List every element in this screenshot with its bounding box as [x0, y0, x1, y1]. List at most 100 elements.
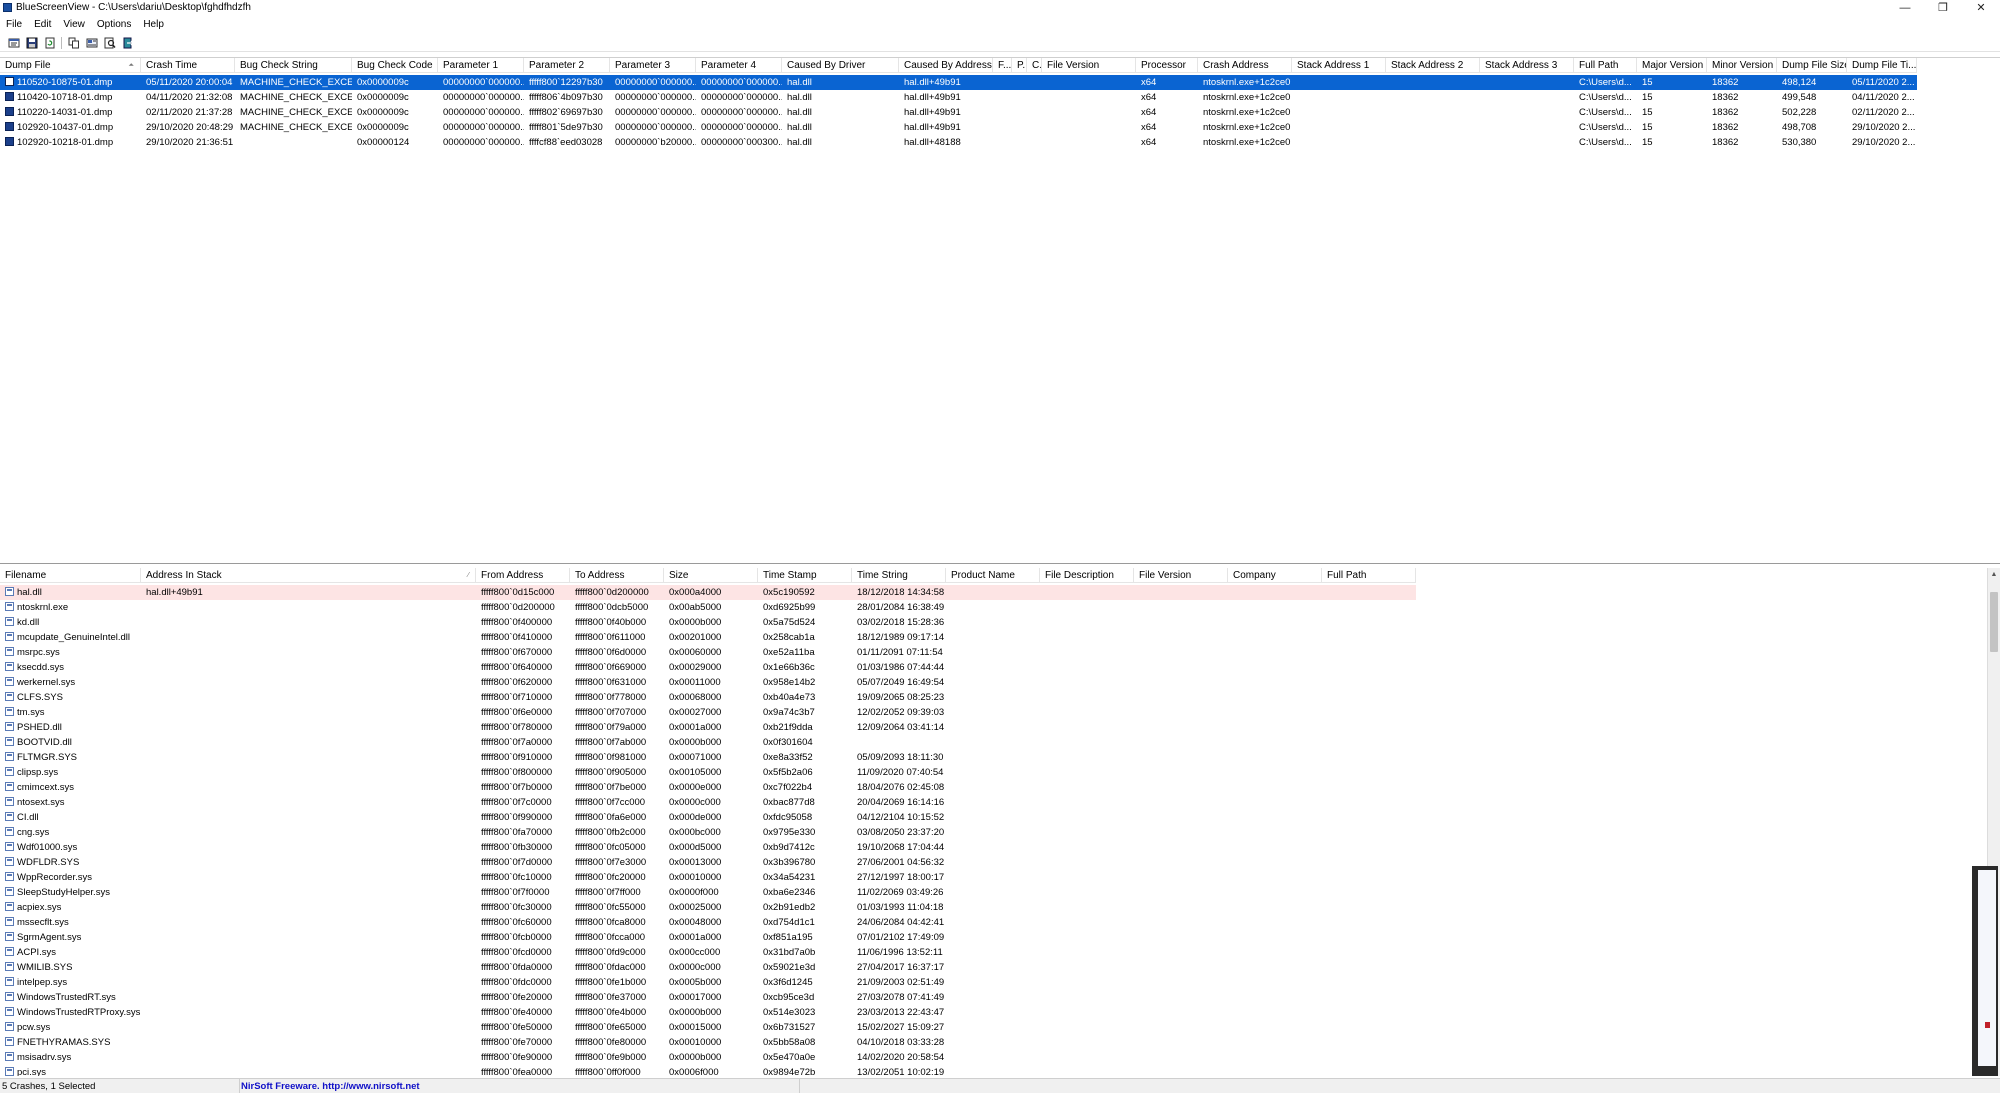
module-col-header[interactable]: Full Path: [1322, 568, 1416, 583]
crash-col-header[interactable]: Stack Address 2: [1386, 58, 1480, 73]
module-cell-text: fffff800`0fe70000: [481, 1037, 553, 1048]
module-row[interactable]: SgrmAgent.sys fffff800`0fcb0000 fffff800`0…: [0, 930, 1416, 945]
module-row[interactable]: hal.dll hal.dll+49b91 fffff800`0d15c000 fff…: [0, 585, 1416, 600]
module-row[interactable]: ntoskrnl.exe fffff800`0d200000 fffff800`0d…: [0, 600, 1416, 615]
module-row[interactable]: cng.sys fffff800`0fa70000 fffff800`0fb2c00…: [0, 825, 1416, 840]
module-col-header[interactable]: Product Name: [946, 568, 1040, 583]
module-row[interactable]: cmimcext.sys fffff800`0f7b0000 fffff800`0f…: [0, 780, 1416, 795]
module-row[interactable]: acpiex.sys fffff800`0fc30000 fffff800`0fc5…: [0, 900, 1416, 915]
crash-cell: [1480, 135, 1574, 150]
module-row[interactable]: kd.dll fffff800`0f400000 fffff800`0f40b000…: [0, 615, 1416, 630]
crash-col-header[interactable]: Major Version: [1637, 58, 1707, 73]
save-icon[interactable]: [24, 36, 39, 50]
module-row[interactable]: WindowsTrustedRT.sys fffff800`0fe20000 fff…: [0, 990, 1416, 1005]
crash-col-header[interactable]: F...: [993, 58, 1012, 73]
module-cell-text: BOOTVID.dll: [17, 737, 72, 748]
crash-col-header[interactable]: Minor Version: [1707, 58, 1777, 73]
crash-col-header[interactable]: Parameter 4: [696, 58, 782, 73]
scrollbar-thumb[interactable]: [1990, 592, 1998, 652]
module-col-header[interactable]: From Address: [476, 568, 570, 583]
module-row[interactable]: msrpc.sys fffff800`0f670000 fffff800`0f6d0…: [0, 645, 1416, 660]
module-list-pane[interactable]: Filename Address In Stack ⁄ From Address To …: [0, 568, 2000, 1076]
module-row[interactable]: PSHED.dll fffff800`0f780000 fffff800`0f79a…: [0, 720, 1416, 735]
module-row[interactable]: intelpep.sys fffff800`0fdc0000 fffff800`0f…: [0, 975, 1416, 990]
nirsoft-link-text[interactable]: NirSoft Freeware. http://www.nirsoft.net: [240, 1081, 420, 1092]
module-col-header[interactable]: To Address: [570, 568, 664, 583]
module-row[interactable]: pci.sys fffff800`0fea0000 fffff800`0ff0f00…: [0, 1065, 1416, 1076]
crash-col-header[interactable]: Caused By Address: [899, 58, 993, 73]
module-col-header[interactable]: Time Stamp: [758, 568, 852, 583]
module-cell-text: 0x1e66b36c: [763, 662, 815, 673]
module-row[interactable]: Wdf01000.sys fffff800`0fb30000 fffff800`0f…: [0, 840, 1416, 855]
refresh-icon[interactable]: [42, 36, 57, 50]
html-report-icon[interactable]: [84, 36, 99, 50]
module-row[interactable]: WDFLDR.SYS fffff800`0f7d0000 fffff800`0f7e…: [0, 855, 1416, 870]
module-col-header[interactable]: Size: [664, 568, 758, 583]
module-row[interactable]: CLFS.SYS fffff800`0f710000 fffff800`0f7780…: [0, 690, 1416, 705]
menu-edit[interactable]: Edit: [28, 19, 57, 30]
module-col-header[interactable]: File Description: [1040, 568, 1134, 583]
crash-col-header[interactable]: Caused By Driver: [782, 58, 899, 73]
crash-col-header[interactable]: Crash Time: [141, 58, 235, 73]
scroll-up-arrow-icon[interactable]: ▲: [1988, 568, 2000, 580]
module-col-header[interactable]: File Version: [1134, 568, 1228, 583]
restore-icon[interactable]: ❐: [1924, 0, 1962, 15]
find-icon[interactable]: [102, 36, 117, 50]
crash-row[interactable]: 110420-10718-01.dmp 04/11/2020 21:32:08 MA…: [0, 90, 1917, 105]
module-col-header[interactable]: Address In Stack ⁄: [141, 568, 476, 583]
module-col-header[interactable]: Company: [1228, 568, 1322, 583]
crash-col-header[interactable]: Parameter 1: [438, 58, 524, 73]
crash-col-header[interactable]: P...: [1012, 58, 1027, 73]
menu-options[interactable]: Options: [91, 19, 137, 30]
module-row[interactable]: WMILIB.SYS fffff800`0fda0000 fffff800`0fda…: [0, 960, 1416, 975]
crash-col-label: Parameter 3: [615, 60, 671, 71]
crash-col-header[interactable]: C...: [1027, 58, 1042, 73]
minimize-icon[interactable]: —: [1886, 0, 1924, 15]
crash-col-header[interactable]: Dump File ⏶: [0, 58, 141, 73]
module-row[interactable]: WppRecorder.sys fffff800`0fc10000 fffff800…: [0, 870, 1416, 885]
exit-icon[interactable]: [120, 36, 135, 50]
module-row[interactable]: msisadrv.sys fffff800`0fe90000 fffff800`0f…: [0, 1050, 1416, 1065]
menu-help[interactable]: Help: [137, 19, 170, 30]
properties-icon[interactable]: [6, 36, 21, 50]
module-row[interactable]: FLTMGR.SYS fffff800`0f910000 fffff800`0f98…: [0, 750, 1416, 765]
copy-icon[interactable]: [66, 36, 81, 50]
module-col-header[interactable]: Filename: [0, 568, 141, 583]
crash-col-header[interactable]: Parameter 2: [524, 58, 610, 73]
module-row[interactable]: tm.sys fffff800`0f6e0000 fffff800`0f707000…: [0, 705, 1416, 720]
module-row[interactable]: pcw.sys fffff800`0fe50000 fffff800`0fe6500…: [0, 1020, 1416, 1035]
crash-col-header[interactable]: Bug Check Code: [352, 58, 438, 73]
crash-row[interactable]: 110220-14031-01.dmp 02/11/2020 21:37:28 MA…: [0, 105, 1917, 120]
module-row[interactable]: SleepStudyHelper.sys fffff800`0f7f0000 fff…: [0, 885, 1416, 900]
crash-col-header[interactable]: Dump File Size: [1777, 58, 1847, 73]
module-row[interactable]: ntosext.sys fffff800`0f7c0000 fffff800`0f7…: [0, 795, 1416, 810]
module-row[interactable]: clipsp.sys fffff800`0f800000 fffff800`0f90…: [0, 765, 1416, 780]
menu-file[interactable]: File: [0, 19, 28, 30]
crash-row[interactable]: 102920-10218-01.dmp 29/10/2020 21:36:51 0x…: [0, 135, 1917, 150]
crash-col-header[interactable]: Dump File Ti...: [1847, 58, 1917, 73]
module-row[interactable]: WindowsTrustedRTProxy.sys fffff800`0fe400…: [0, 1005, 1416, 1020]
module-row[interactable]: mssecflt.sys fffff800`0fc60000 fffff800`0f…: [0, 915, 1416, 930]
crash-col-header[interactable]: Stack Address 3: [1480, 58, 1574, 73]
crash-row[interactable]: 102920-10437-01.dmp 29/10/2020 20:48:29 MA…: [0, 120, 1917, 135]
crash-col-header[interactable]: Crash Address: [1198, 58, 1292, 73]
module-row[interactable]: ksecdd.sys fffff800`0f640000 fffff800`0f66…: [0, 660, 1416, 675]
crash-col-header[interactable]: File Version: [1042, 58, 1136, 73]
module-row[interactable]: CI.dll fffff800`0f990000 fffff800`0fa6e000…: [0, 810, 1416, 825]
crash-col-header[interactable]: Bug Check String: [235, 58, 352, 73]
crash-col-header[interactable]: Parameter 3: [610, 58, 696, 73]
module-row[interactable]: FNETHYRAMAS.SYS fffff800`0fe70000 fffff800…: [0, 1035, 1416, 1050]
crash-col-header[interactable]: Processor: [1136, 58, 1198, 73]
menu-view[interactable]: View: [57, 19, 91, 30]
module-row[interactable]: mcupdate_GenuineIntel.dll fffff800`0f4100…: [0, 630, 1416, 645]
nirsoft-link[interactable]: NirSoft Freeware. http://www.nirsoft.net: [240, 1078, 800, 1093]
crash-row[interactable]: 110520-10875-01.dmp 05/11/2020 20:00:04 MA…: [0, 75, 1917, 90]
crash-list-pane[interactable]: Dump File ⏶ Crash Time Bug Check String Bug …: [0, 57, 2000, 564]
module-row[interactable]: ACPI.sys fffff800`0fcd0000 fffff800`0fd9c0…: [0, 945, 1416, 960]
module-col-header[interactable]: Time String: [852, 568, 946, 583]
crash-col-header[interactable]: Full Path: [1574, 58, 1637, 73]
module-row[interactable]: BOOTVID.dll fffff800`0f7a0000 fffff800`0f7…: [0, 735, 1416, 750]
module-row[interactable]: werkernel.sys fffff800`0f620000 fffff800`0…: [0, 675, 1416, 690]
close-icon[interactable]: ✕: [1962, 0, 2000, 15]
crash-col-header[interactable]: Stack Address 1: [1292, 58, 1386, 73]
